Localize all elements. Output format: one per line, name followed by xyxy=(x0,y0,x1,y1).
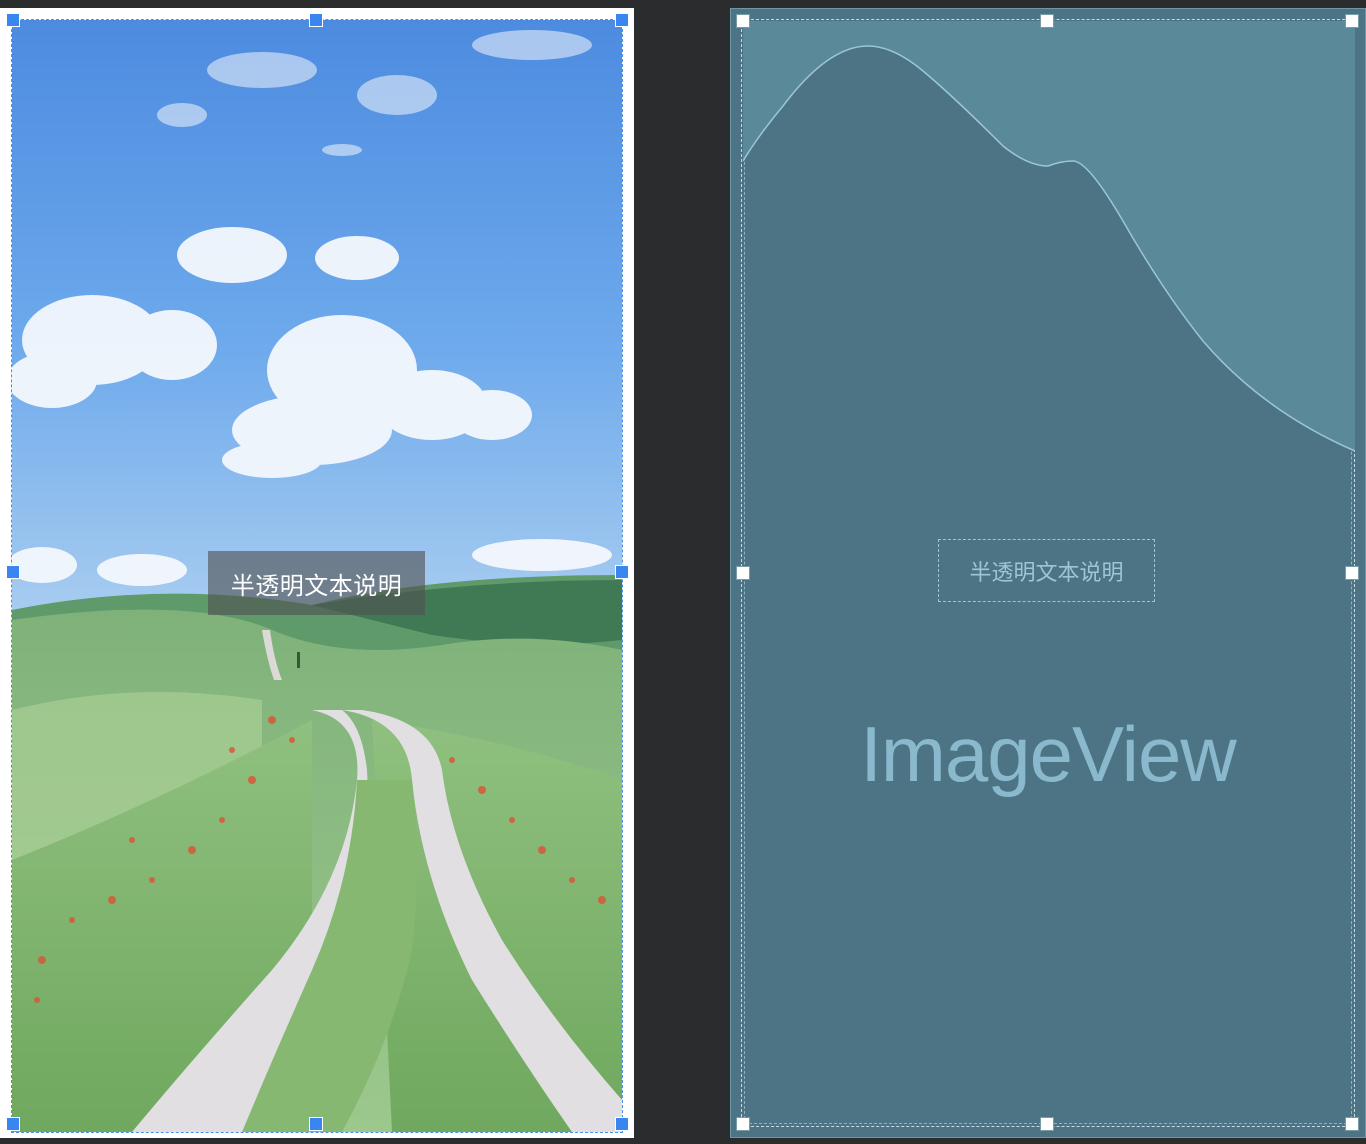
resize-handle-top-right[interactable] xyxy=(615,13,629,27)
resize-handle-middle-right[interactable] xyxy=(615,565,629,579)
resize-handle-bottom-right[interactable] xyxy=(615,1117,629,1131)
blueprint-handle-middle-right[interactable] xyxy=(1345,566,1359,580)
image-view-label: ImageView xyxy=(860,710,1236,798)
resize-handle-bottom-left[interactable] xyxy=(6,1117,20,1131)
resize-handle-middle-left[interactable] xyxy=(6,565,20,579)
blueprint-handle-top-right[interactable] xyxy=(1345,14,1359,28)
blueprint-handle-bottom-right[interactable] xyxy=(1345,1117,1359,1131)
design-preview-panel: 半透明文本说明 xyxy=(0,8,634,1138)
blueprint-handle-top-center[interactable] xyxy=(1040,14,1054,28)
resize-handle-top-left[interactable] xyxy=(6,13,20,27)
blueprint-panel: 半透明文本说明 ImageView xyxy=(730,8,1366,1138)
blueprint-handle-top-left[interactable] xyxy=(736,14,750,28)
blueprint-caption-outline[interactable]: 半透明文本说明 xyxy=(938,539,1155,602)
blueprint-handle-middle-left[interactable] xyxy=(736,566,750,580)
blueprint-handle-bottom-center[interactable] xyxy=(1040,1117,1054,1131)
resize-handle-bottom-center[interactable] xyxy=(309,1117,323,1131)
caption-overlay[interactable]: 半透明文本说明 xyxy=(208,551,425,615)
blueprint-handle-bottom-left[interactable] xyxy=(736,1117,750,1131)
image-view-preview[interactable]: 半透明文本说明 xyxy=(11,19,623,1133)
resize-handle-top-center[interactable] xyxy=(309,13,323,27)
